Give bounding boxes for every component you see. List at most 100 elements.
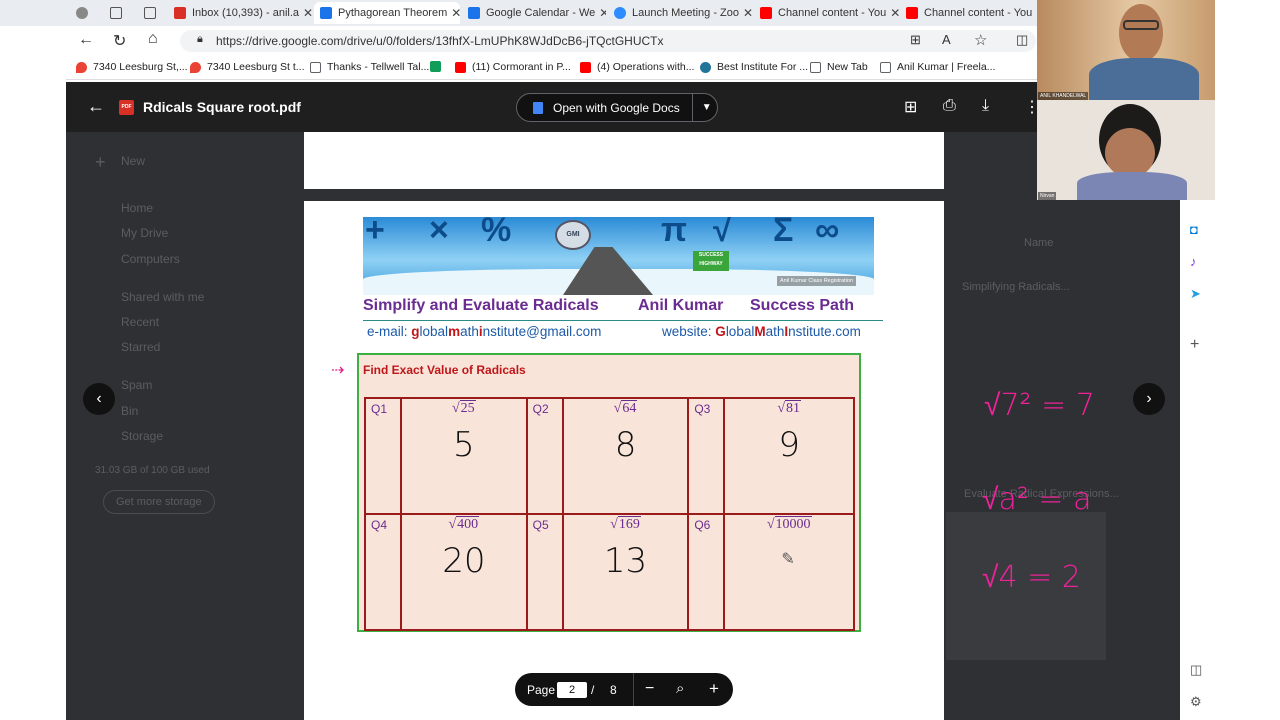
favorite-star-icon[interactable]: ☆ (974, 31, 987, 49)
handwritten-note: √4 = 2 (982, 560, 1081, 595)
outlook-icon[interactable]: ◘ (1190, 222, 1198, 237)
radical: √81 (777, 400, 802, 416)
home-icon[interactable]: ⌂ (148, 30, 158, 48)
next-file-button[interactable]: › (1133, 383, 1165, 415)
question-label: Q2 (525, 397, 564, 515)
participant-name: ANIL KHANDELWAL (1038, 92, 1089, 100)
bookmark-item[interactable]: 7340 Leesburg St t... (190, 61, 304, 73)
question-grid: Q1 √25 5 Q2 √64 8 Q3 √81 9 Q4 √400 20 Q5 √16… (364, 397, 855, 631)
gmi-logo: GMI (555, 220, 591, 250)
url-input[interactable]: https://drive.google.com/drive/u/0/folde… (180, 30, 1036, 52)
add-comment-icon[interactable]: ⊞ (904, 97, 917, 117)
print-icon[interactable]: ⎙ (943, 97, 956, 115)
page-label: Page (527, 683, 556, 697)
radical: √64 (613, 400, 638, 416)
leaf-icon (430, 61, 441, 72)
bookmark-item[interactable]: Anil Kumar | Freela... (880, 61, 995, 73)
drive-icon (320, 7, 332, 19)
close-icon[interactable]: ✕ (886, 6, 900, 20)
drive-nav-storage: Storage (121, 429, 164, 443)
banner-symbol: % (481, 217, 512, 249)
bookmark-item[interactable]: (4) Operations with... (580, 61, 694, 73)
handwritten-answer: 20 (442, 541, 486, 581)
settings-gear-icon[interactable]: ⚙ (1190, 694, 1202, 710)
copilot-icon[interactable]: ♪ (1190, 254, 1197, 269)
banner-symbol: π (661, 217, 688, 249)
drive-nav-computers: Computers (121, 252, 180, 266)
close-icon[interactable]: ✕ (739, 6, 752, 20)
bookmark-item[interactable]: 7340 Leesburg St,... (76, 61, 188, 73)
zoom-out-icon[interactable]: − (645, 680, 654, 698)
divider (633, 673, 634, 706)
bookmark-item[interactable]: New Tab (810, 61, 868, 73)
profile-tab-icon[interactable] (70, 2, 98, 24)
doc-tagline: Success Path (750, 297, 855, 314)
handwritten-answer: 13 (603, 541, 648, 581)
tab-pythagorean[interactable]: Pythagorean Theorem ✕ (314, 2, 460, 24)
read-aloud-icon[interactable]: A (942, 32, 951, 47)
calendar-icon (468, 7, 480, 19)
pdf-page-1 (304, 132, 944, 189)
bookmark-item[interactable]: Thanks - Tellwell Tal... (310, 61, 429, 73)
pdf-file-icon: PDF (119, 100, 134, 115)
drive-file-row: Simplifying Radicals... (962, 281, 1070, 293)
handwritten-note: √7² = 7 (984, 388, 1095, 423)
page-number-input[interactable]: 2 (557, 682, 587, 698)
split-screen-icon[interactable]: ◫ (1016, 32, 1028, 48)
bookmark-item[interactable] (430, 61, 447, 72)
drive-nav-recent: Recent (121, 315, 160, 329)
drive-nav-mydrive: My Drive (121, 226, 169, 240)
zoom-search-icon[interactable]: ⌕ (676, 680, 684, 697)
page-navigator: Page 2 / 8 − ⌕ + (515, 673, 733, 706)
banner-symbol: × (429, 217, 449, 249)
glasses (1123, 20, 1159, 30)
sidebar-toggle-icon[interactable]: ◫ (1190, 662, 1202, 678)
question-cell: √169 13 (561, 513, 690, 631)
page-icon (310, 61, 321, 73)
tab-inbox[interactable]: Inbox (10,393) - anil.a ✕ (168, 2, 312, 24)
website-line: website: GlobalMathInstitute.com (662, 324, 861, 339)
handwritten-answer: 8 (614, 425, 637, 465)
add-icon[interactable]: + (1190, 336, 1199, 354)
collections-icon[interactable] (104, 2, 130, 24)
tab-zoom[interactable]: Launch Meeting - Zoo ✕ (608, 2, 752, 24)
participant-name: Nirvan (1038, 192, 1057, 200)
tab-youtube-1[interactable]: Channel content - You ✕ (754, 2, 900, 24)
bookmarks-bar: 7340 Leesburg St,... 7340 Leesburg St t.… (0, 56, 1040, 80)
question-label: Q5 (525, 513, 564, 631)
close-icon[interactable]: ✕ (447, 6, 460, 20)
drive-nav-starred: Starred (121, 340, 161, 354)
youtube-icon (455, 61, 466, 73)
drive-nav-spam: Spam (121, 378, 153, 392)
pointer-arrow-icon: ⇢ (331, 362, 345, 379)
question-cell: √25 5 (400, 397, 528, 515)
youtube-icon (760, 7, 772, 19)
page-icon (810, 61, 821, 73)
chevron-down-icon[interactable]: ▼ (702, 102, 712, 113)
person-face (1105, 128, 1155, 178)
open-with-docs-button[interactable]: Open with Google Docs ▼ (516, 93, 718, 122)
success-highway-sign: SUCCESS HIGHWAY (693, 251, 729, 271)
divider (363, 320, 883, 321)
bookmark-item[interactable]: Best Institute For ... (700, 61, 808, 73)
radical: √10000 (766, 516, 812, 532)
previous-file-button[interactable]: ‹ (83, 383, 115, 415)
map-pin-icon (76, 61, 87, 73)
lock-icon[interactable]: 🔒︎ (197, 33, 203, 46)
page-total: 8 (610, 683, 617, 697)
bookmark-item[interactable]: (11) Cormorant in P... (455, 61, 571, 73)
reload-icon[interactable]: ↻ (113, 31, 126, 51)
close-icon[interactable]: ✕ (595, 6, 606, 20)
wordpress-icon (700, 61, 711, 73)
send-icon[interactable]: ➤ (1190, 286, 1201, 302)
download-icon[interactable]: ⤓ (982, 97, 989, 115)
tab-youtube-2[interactable]: Channel content - You✕ (900, 2, 1040, 24)
tab-calendar[interactable]: Google Calendar - We ✕ (462, 2, 606, 24)
radical: √400 (448, 516, 480, 532)
zoom-in-icon[interactable]: + (709, 679, 719, 699)
apps-icon[interactable]: ⊞ (910, 32, 921, 48)
back-icon[interactable]: ← (78, 31, 94, 49)
tab-actions-icon[interactable] (138, 2, 164, 24)
close-viewer-icon[interactable]: ← (87, 96, 105, 117)
close-icon[interactable]: ✕ (299, 6, 312, 20)
